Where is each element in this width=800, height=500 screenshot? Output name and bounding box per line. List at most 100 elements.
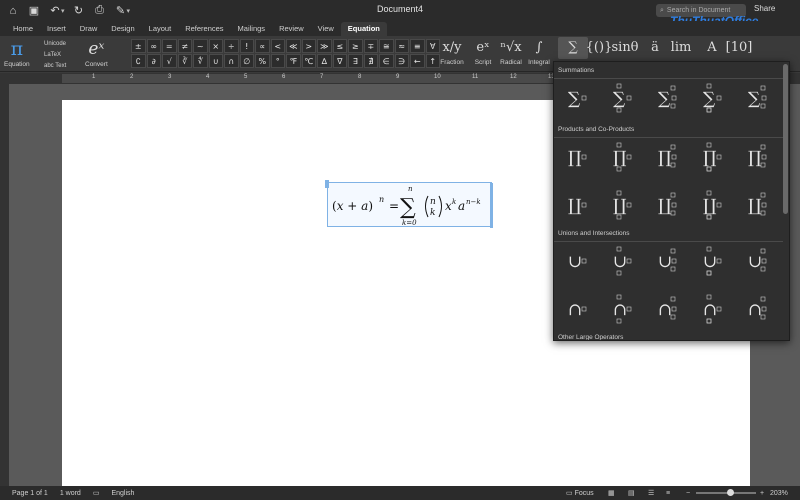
web-layout-icon[interactable]: ▤	[628, 489, 635, 497]
symbol-button[interactable]: ∜	[193, 54, 208, 68]
symbol-button[interactable]: ℉	[286, 54, 301, 68]
proofing-icon[interactable]: ▭	[93, 489, 100, 497]
operator-template[interactable]: ∐	[648, 187, 682, 221]
symbol-button[interactable]: ∈	[379, 54, 394, 68]
symbol-button[interactable]: ∃	[348, 54, 363, 68]
binomial-theorem-equation[interactable]: (x + a) n = ∑ n k=0 n k x k a n−k	[332, 183, 488, 228]
zoom-level[interactable]: 203%	[770, 490, 788, 497]
home-icon[interactable]: ⌂	[5, 3, 21, 19]
print-layout-icon[interactable]: ▦	[608, 489, 615, 497]
structure-button-0[interactable]: x/y Fraction	[437, 37, 467, 66]
symbol-button[interactable]: √	[162, 54, 177, 68]
page-count[interactable]: Page 1 of 1	[12, 490, 48, 497]
operator-template[interactable]: ∑	[738, 80, 772, 114]
operator-template[interactable]: ∩	[603, 291, 637, 325]
symbol-button[interactable]: ≈	[394, 39, 409, 53]
operator-template[interactable]: ∩	[693, 291, 727, 325]
vertical-ruler[interactable]	[0, 84, 9, 486]
symbol-button[interactable]: >	[301, 39, 316, 53]
customize-dropdown-icon[interactable]: ▾	[127, 7, 131, 15]
print-icon[interactable]: ⎙	[92, 3, 108, 19]
symbol-button[interactable]: ≡	[410, 39, 425, 53]
operator-template[interactable]: ∏	[738, 139, 772, 173]
symbol-button[interactable]: ∁	[131, 54, 146, 68]
operator-template[interactable]: ∪	[648, 243, 682, 277]
tab-equation[interactable]: Equation	[340, 22, 387, 36]
operator-template[interactable]: ∪	[558, 243, 592, 277]
symbol-button[interactable]: ≪	[286, 39, 301, 53]
operator-template[interactable]: ∩	[738, 291, 772, 325]
symbol-button[interactable]: ∆	[317, 54, 332, 68]
structure-button-3[interactable]: ∫ Integral	[524, 37, 554, 66]
undo-dropdown-icon[interactable]: ▾	[61, 7, 65, 15]
symbol-button[interactable]: ×	[208, 39, 223, 53]
structure-button-1[interactable]: eˣ Script	[468, 37, 498, 66]
redo-icon[interactable]: ↻	[71, 3, 87, 19]
save-icon[interactable]: ▣	[26, 3, 42, 19]
equation-button[interactable]: π Equation	[4, 38, 30, 68]
share-button[interactable]: Share	[754, 4, 775, 13]
operator-template[interactable]: ∐	[558, 187, 592, 221]
tab-view[interactable]: View	[311, 24, 341, 36]
operator-template[interactable]: ∐	[693, 187, 727, 221]
equation-handle[interactable]	[325, 180, 329, 188]
symbol-button[interactable]: ÷	[224, 39, 239, 53]
symbol-button[interactable]: <	[270, 39, 285, 53]
operator-template[interactable]: ∏	[693, 139, 727, 173]
symbol-button[interactable]: ∪	[208, 54, 223, 68]
structure-button-2[interactable]: ⁿ√x Radical	[496, 37, 526, 66]
symbol-button[interactable]: ≫	[317, 39, 332, 53]
zoom-out-button[interactable]: −	[686, 490, 690, 497]
outline-icon[interactable]: ☰	[648, 489, 654, 497]
equation-container[interactable]: (x + a) n = ∑ n k=0 n k x k a n−k	[325, 180, 493, 228]
symbol-button[interactable]: ≥	[348, 39, 363, 53]
structure-button-10[interactable]: [10]	[724, 37, 754, 59]
symbol-button[interactable]: ≅	[379, 39, 394, 53]
operator-template[interactable]: ∐	[738, 187, 772, 221]
operator-template[interactable]: ∪	[603, 243, 637, 277]
gallery-scrollbar[interactable]	[783, 64, 788, 214]
symbol-button[interactable]: %	[255, 54, 270, 68]
symbol-button[interactable]: ∓	[363, 39, 378, 53]
tab-layout[interactable]: Layout	[142, 24, 179, 36]
symbol-button[interactable]: ∂	[146, 54, 161, 68]
symbol-button[interactable]: ∞	[146, 39, 161, 53]
operator-template[interactable]: ∑	[693, 80, 727, 114]
symbol-button[interactable]: ∅	[239, 54, 254, 68]
language-indicator[interactable]: English	[111, 490, 134, 497]
operator-template[interactable]: ∩	[648, 291, 682, 325]
operator-template[interactable]: ∏	[558, 139, 592, 173]
tab-insert[interactable]: Insert	[40, 24, 73, 36]
convert-button[interactable]: eˣ Convert	[85, 38, 108, 68]
symbol-button[interactable]: ∄	[363, 54, 378, 68]
zoom-in-button[interactable]: +	[760, 490, 764, 497]
word-count[interactable]: 1 word	[60, 490, 81, 497]
zoom-slider[interactable]	[696, 492, 756, 494]
symbol-button[interactable]: °	[270, 54, 285, 68]
tab-draw[interactable]: Draw	[73, 24, 105, 36]
operator-template[interactable]: ∩	[558, 291, 592, 325]
focus-button[interactable]: ▭ Focus	[566, 489, 594, 497]
structure-button-6[interactable]: sinθ	[610, 37, 640, 59]
tab-references[interactable]: References	[178, 24, 230, 36]
symbol-button[interactable]: ∇	[332, 54, 347, 68]
equation-options-dropdown[interactable]	[490, 183, 493, 228]
tab-review[interactable]: Review	[272, 24, 311, 36]
symbol-button[interactable]: ~	[193, 39, 208, 53]
symbol-button[interactable]: ∋	[394, 54, 409, 68]
symbol-button[interactable]: ∝	[255, 39, 270, 53]
operator-template[interactable]: ∑	[603, 80, 637, 114]
symbol-button[interactable]: ∩	[224, 54, 239, 68]
tab-design[interactable]: Design	[104, 24, 141, 36]
operator-template[interactable]: ∑	[558, 80, 592, 114]
zoom-slider-thumb[interactable]	[727, 489, 734, 496]
structure-button-9[interactable]: A	[697, 37, 727, 59]
operator-template[interactable]: ∏	[648, 139, 682, 173]
format-option-0[interactable]: Unicode	[44, 39, 66, 50]
operator-template[interactable]: ∑	[648, 80, 682, 114]
symbol-button[interactable]: =	[162, 39, 177, 53]
format-option-1[interactable]: LaTeX	[44, 50, 66, 61]
operator-template[interactable]: ∪	[693, 243, 727, 277]
tab-home[interactable]: Home	[6, 24, 40, 36]
symbol-button[interactable]: ±	[131, 39, 146, 53]
